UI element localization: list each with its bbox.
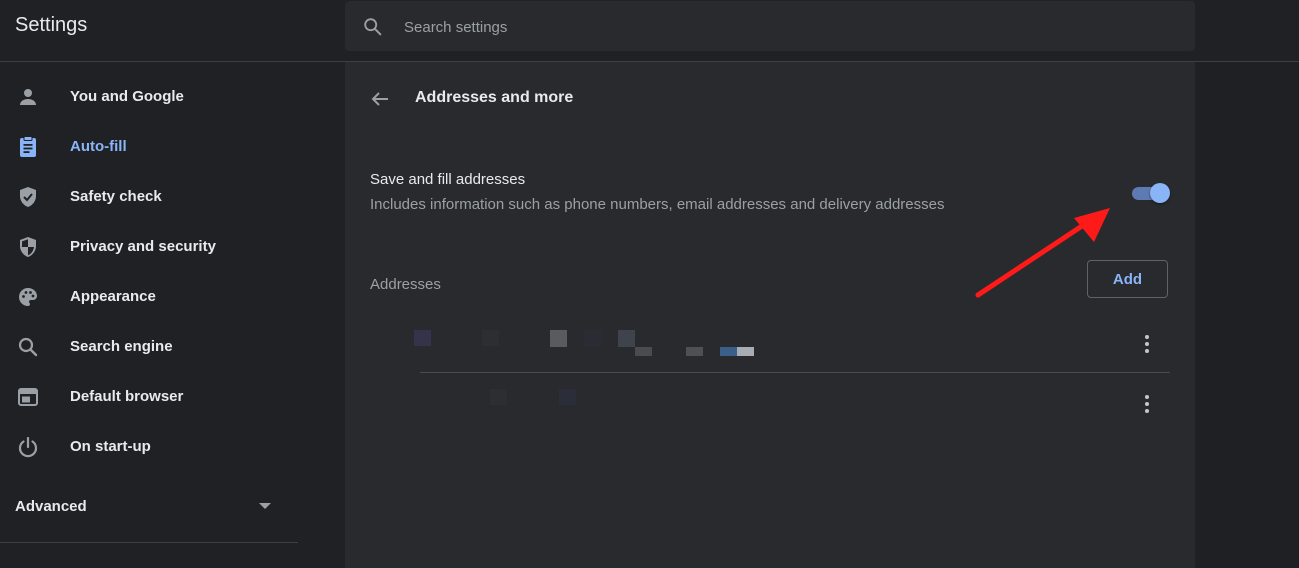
sidebar-item-safety-check[interactable]: Safety check: [0, 172, 300, 222]
back-arrow-icon[interactable]: [367, 86, 393, 112]
redacted-block: [635, 347, 652, 356]
sidebar-item-label: Default browser: [70, 388, 184, 405]
addresses-heading: Addresses: [370, 276, 441, 293]
sidebar-divider: [0, 542, 298, 543]
redacted-block: [584, 330, 601, 347]
page-title: Addresses and more: [415, 89, 574, 106]
caret-down-icon: [259, 503, 271, 509]
top-bar: Settings: [0, 0, 1299, 62]
sidebar-item-label: On start-up: [70, 438, 151, 455]
address-row[interactable]: [370, 377, 1170, 435]
sidebar-item-search-engine[interactable]: Search engine: [0, 322, 300, 372]
redacted-block: [414, 330, 431, 346]
person-icon: [20, 89, 36, 105]
power-icon: [18, 436, 38, 458]
search-input[interactable]: [402, 1, 1166, 53]
search-box[interactable]: [345, 1, 1195, 53]
more-vert-icon[interactable]: [1137, 332, 1157, 356]
search-icon: [18, 337, 38, 357]
sidebar-item-appearance[interactable]: Appearance: [0, 272, 300, 322]
sidebar-item-you-and-google[interactable]: You and Google: [0, 72, 300, 122]
sidebar-item-label: Appearance: [70, 288, 156, 305]
shield-check-icon: [20, 187, 36, 207]
toggle-knob: [1150, 183, 1170, 203]
shield-half-icon: [20, 237, 36, 257]
clipboard-icon: [20, 136, 36, 157]
redacted-block: [686, 347, 703, 356]
setting-title: Save and fill addresses: [370, 171, 526, 188]
setting-description: Includes information such as phone numbe…: [370, 196, 945, 213]
sidebar-item-label: Privacy and security: [70, 238, 216, 255]
advanced-label: Advanced: [15, 498, 87, 515]
sidebar-item-auto-fill[interactable]: Auto-fill: [0, 122, 300, 172]
row-divider: [420, 372, 1170, 373]
redacted-block: [737, 347, 754, 356]
sidebar-item-label: Auto-fill: [70, 138, 127, 155]
sidebar-item-default-browser[interactable]: Default browser: [0, 372, 300, 422]
palette-icon: [19, 288, 37, 306]
more-vert-icon[interactable]: [1137, 392, 1157, 416]
settings-card: Addresses and more Save and fill address…: [345, 62, 1195, 568]
sidebar-item-label: Search engine: [70, 338, 173, 355]
app-title: Settings: [15, 14, 88, 36]
redacted-block: [550, 330, 567, 347]
redacted-block: [618, 330, 635, 347]
right-gutter: [1196, 62, 1299, 568]
advanced-toggle[interactable]: Advanced: [0, 492, 298, 524]
sidebar-item-on-start-up[interactable]: On start-up: [0, 422, 300, 472]
redacted-block: [559, 389, 576, 405]
sidebar: You and Google Auto-fill Safety check Pr…: [0, 62, 300, 568]
save-addresses-toggle[interactable]: [1130, 183, 1170, 203]
redacted-block: [720, 347, 737, 356]
sidebar-item-privacy-and-security[interactable]: Privacy and security: [0, 222, 300, 272]
sidebar-item-label: Safety check: [70, 188, 162, 205]
search-icon: [364, 18, 382, 36]
sidebar-item-label: You and Google: [70, 88, 184, 105]
annotation-arrow-icon: [975, 208, 1110, 298]
redacted-block: [482, 330, 499, 346]
address-row[interactable]: [370, 317, 1170, 375]
redacted-block: [490, 389, 507, 405]
browser-window-icon: [18, 388, 38, 406]
